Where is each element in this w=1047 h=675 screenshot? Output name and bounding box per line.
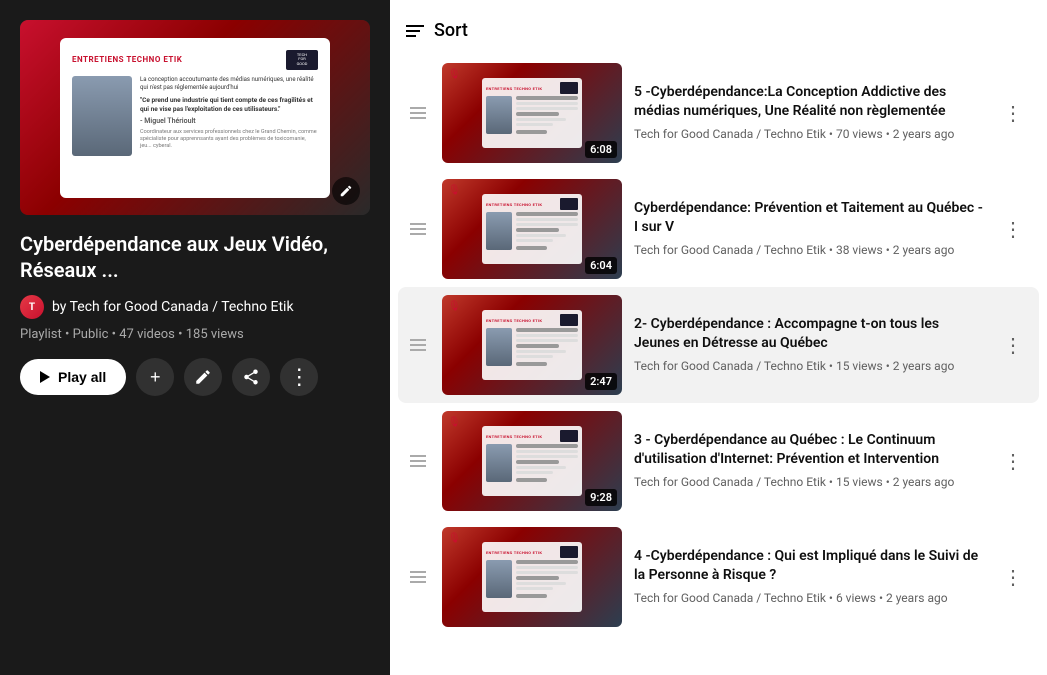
video-meta: Tech for Good Canada / Techno Etik • 70 … — [634, 126, 983, 143]
video-title: Cyberdépendance: Prévention et Taitement… — [634, 199, 983, 235]
video-more-button[interactable]: ⋮ — [995, 559, 1031, 595]
share-button[interactable] — [232, 358, 270, 396]
thumbnail-desc: La conception accoutumante des médias nu… — [140, 76, 318, 93]
video-meta: Tech for Good Canada / Techno Etik • 15 … — [634, 358, 983, 375]
duration-badge: 9:28 — [585, 489, 617, 506]
thumbnail-quote: "Ce prend une industrie qui tient compte… — [140, 96, 318, 113]
video-list: ENTRETIENS TECHNO ETIK — [406, 55, 1031, 635]
add-icon: + — [150, 367, 161, 388]
sort-icon — [406, 25, 424, 37]
thumbnail-author: - Miguel Thérioult — [140, 117, 318, 127]
video-item[interactable]: ENTRETIENS TECHNO ETIK — [398, 287, 1039, 403]
thumbnail-person-image — [72, 76, 132, 156]
video-meta: Tech for Good Canada / Techno Etik • 38 … — [634, 242, 983, 259]
thumbnail-channel-label: ENTRETIENS TECHNO ETIK — [72, 55, 182, 64]
video-title: 5 -Cyberdépendance:La Conception Addicti… — [634, 83, 983, 119]
video-meta: Tech for Good Canada / Techno Etik • 6 v… — [634, 590, 983, 607]
video-title: 4 -Cyberdépendance : Qui est Impliqué da… — [634, 547, 983, 583]
video-item[interactable]: ENTRETIENS TECHNO ETIK — [406, 55, 1031, 171]
mic-icon: 🎙 — [448, 417, 461, 428]
video-title: 3 - Cyberdépendance au Québec : Le Conti… — [634, 431, 983, 467]
video-meta: Tech for Good Canada / Techno Etik • 15 … — [634, 474, 983, 491]
duration-badge: 6:04 — [585, 257, 617, 274]
video-more-button[interactable]: ⋮ — [995, 443, 1031, 479]
video-item[interactable]: ENTRETIENS TECHNO ETIK — [406, 403, 1031, 519]
drag-handle[interactable] — [406, 567, 430, 587]
drag-handle[interactable] — [406, 219, 430, 239]
video-details: Cyberdépendance: Prévention et Taitement… — [634, 199, 983, 258]
video-details: 2- Cyberdépendance : Accompagne t-on tou… — [634, 315, 983, 374]
video-thumbnail: ENTRETIENS TECHNO ETIK — [442, 295, 622, 395]
play-icon — [40, 371, 50, 383]
play-all-button[interactable]: Play all — [20, 359, 126, 395]
add-button[interactable]: + — [136, 358, 174, 396]
sort-label[interactable]: Sort — [434, 20, 468, 41]
more-options-button[interactable]: ⋮ — [280, 358, 318, 396]
mic-icon: 🎙 — [448, 301, 461, 312]
thumbnail-text: La conception accoutumante des médias nu… — [140, 76, 318, 156]
video-details: 4 -Cyberdépendance : Qui est Impliqué da… — [634, 547, 983, 606]
drag-handle[interactable] — [406, 451, 430, 471]
video-more-button[interactable]: ⋮ — [995, 211, 1031, 247]
edit-thumbnail-button[interactable] — [332, 177, 360, 205]
video-thumbnail: ENTRETIENS TECHNO ETIK — [442, 411, 622, 511]
duration-badge: 2:47 — [585, 373, 617, 390]
edit-button[interactable] — [184, 358, 222, 396]
channel-avatar: T — [20, 295, 44, 319]
mic-icon: 🎙 — [448, 69, 461, 80]
playlist-thumbnail: ENTRETIENS TECHNO ETIK TECHFORGOOD La co… — [20, 20, 370, 215]
video-more-button[interactable]: ⋮ — [995, 327, 1031, 363]
more-vert-icon: ⋮ — [288, 364, 310, 390]
play-all-label: Play all — [58, 369, 106, 385]
right-panel: Sort ENTRETIENS TECHNO ETIK — [390, 0, 1047, 675]
duration-badge: 6:08 — [585, 141, 617, 158]
mic-icon: 🎙 — [448, 533, 461, 544]
video-details: 5 -Cyberdépendance:La Conception Addicti… — [634, 83, 983, 142]
sort-header: Sort — [406, 0, 1031, 55]
playlist-info: Cyberdépendance aux Jeux Vidéo, Réseaux … — [20, 231, 370, 396]
video-item[interactable]: ENTRETIENS TECHNO ETIK — [406, 519, 1031, 635]
playlist-meta: Playlist • Public • 47 videos • 185 view… — [20, 327, 370, 342]
drag-handle[interactable] — [406, 335, 430, 355]
left-panel: ENTRETIENS TECHNO ETIK TECHFORGOOD La co… — [0, 0, 390, 675]
mic-icon: 🎙 — [448, 185, 461, 196]
thumbnail-author-sub: Coordinateur aux services professionnels… — [140, 129, 318, 150]
video-item[interactable]: ENTRETIENS TECHNO ETIK — [406, 171, 1031, 287]
video-thumbnail: ENTRETIENS TECHNO ETIK — [442, 527, 622, 627]
video-more-button[interactable]: ⋮ — [995, 95, 1031, 131]
action-buttons: Play all + ⋮ — [20, 358, 370, 396]
video-details: 3 - Cyberdépendance au Québec : Le Conti… — [634, 431, 983, 490]
video-title: 2- Cyberdépendance : Accompagne t-on tou… — [634, 315, 983, 351]
drag-handle[interactable] — [406, 103, 430, 123]
video-thumbnail: ENTRETIENS TECHNO ETIK — [442, 179, 622, 279]
channel-name: by Tech for Good Canada / Techno Etik — [52, 299, 294, 315]
tech-good-logo: TECHFORGOOD — [286, 50, 318, 70]
playlist-title: Cyberdépendance aux Jeux Vidéo, Réseaux … — [20, 231, 370, 283]
thumbnail-card: ENTRETIENS TECHNO ETIK TECHFORGOOD La co… — [60, 38, 330, 198]
video-thumbnail: ENTRETIENS TECHNO ETIK — [442, 63, 622, 163]
channel-row: T by Tech for Good Canada / Techno Etik — [20, 295, 370, 319]
